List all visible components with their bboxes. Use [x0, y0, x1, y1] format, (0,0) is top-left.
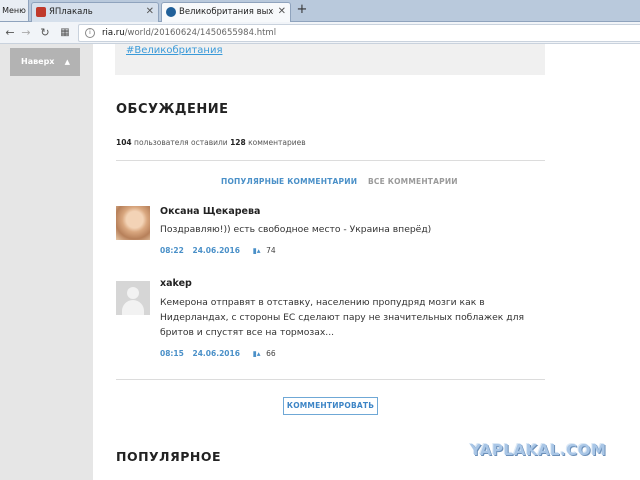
url-text: ria.ru/world/20160624/1450655984.html	[102, 28, 277, 38]
tab-title: Великобритания выходит	[179, 7, 274, 17]
comment-time: 08:22	[160, 246, 184, 255]
reload-icon[interactable]: ↻	[37, 25, 53, 41]
comment-text: Поздравляю!)) есть свободное место - Укр…	[160, 224, 432, 235]
browser-tab-ria[interactable]: Великобритания выходит ✕	[161, 2, 291, 23]
back-to-top-button[interactable]: Наверх ▲	[10, 48, 80, 76]
discussion-heading: ОБСУЖДЕНИЕ	[116, 102, 229, 117]
address-bar[interactable]: i ria.ru/world/20160624/1450655984.html	[78, 24, 640, 42]
plus-icon[interactable]: +	[295, 2, 309, 19]
comment-time: 08:15	[160, 349, 184, 358]
browser-toolbar: ← → ↻ ▦ i ria.ru/world/20160624/14506559…	[0, 22, 640, 44]
comment-meta: 08:22 24.06.2016 ▮▴ 74	[160, 246, 276, 255]
comment-item: xakep Кемерона отправят в отставку, насе…	[116, 278, 546, 368]
thumbs-up-icon[interactable]: ▮▴	[253, 246, 261, 255]
close-tab-icon[interactable]: ✕	[278, 3, 286, 21]
back-to-top-label: Наверх	[21, 57, 55, 66]
divider	[116, 379, 545, 380]
tag-link[interactable]: #Великобритания	[126, 45, 222, 56]
tab-title: ЯПлакаль	[49, 7, 93, 17]
comment-author[interactable]: Оксана Щекарева	[160, 206, 260, 217]
yaplakal-watermark: YAPLAKAL.COM	[470, 441, 607, 459]
tags-box: #Великобритания	[115, 44, 545, 75]
divider	[116, 160, 545, 161]
browser-tab-bar: Меню ЯПлакаль ✕ Великобритания выходит ✕…	[0, 0, 640, 23]
left-sidebar	[0, 44, 93, 480]
speed-dial-grid-icon[interactable]: ▦	[57, 25, 73, 41]
comment-author[interactable]: xakep	[160, 278, 192, 289]
comment-date: 24.06.2016	[192, 246, 240, 255]
ria-favicon-icon	[166, 7, 176, 17]
tab-popular-comments[interactable]: ПОПУЛЯРНЫЕ КОММЕНТАРИИ	[221, 177, 357, 186]
tab-all-comments[interactable]: ВСЕ КОММЕНТАРИИ	[368, 177, 458, 186]
avatar[interactable]	[116, 206, 150, 240]
browser-menu-button[interactable]: Меню	[0, 0, 29, 21]
like-count: 66	[266, 349, 276, 358]
comment-meta: 08:15 24.06.2016 ▮▴ 66	[160, 349, 276, 358]
comment-tabs: ПОПУЛЯРНЫЕ КОММЕНТАРИИ ВСЕ КОММЕНТАРИИ	[221, 177, 458, 186]
browser-tab-yaplakal[interactable]: ЯПлакаль ✕	[31, 2, 159, 22]
comment-item: Оксана Щекарева Поздравляю!)) есть свобо…	[116, 206, 546, 266]
forward-arrow-icon[interactable]: →	[18, 25, 34, 41]
site-info-icon[interactable]: i	[85, 28, 95, 38]
comment-text: Кемерона отправят в отставку, населению …	[160, 297, 525, 338]
close-tab-icon[interactable]: ✕	[146, 3, 154, 21]
default-user-icon	[127, 287, 139, 299]
like-count: 74	[266, 246, 276, 255]
back-arrow-icon[interactable]: ←	[2, 25, 18, 41]
arrow-up-icon: ▲	[64, 58, 70, 66]
yaplakal-favicon-icon	[36, 7, 46, 17]
write-comment-button[interactable]: КОММЕНТИРОВАТЬ	[283, 397, 378, 415]
thumbs-up-icon[interactable]: ▮▴	[253, 349, 261, 358]
avatar[interactable]	[116, 281, 150, 315]
comment-date: 24.06.2016	[192, 349, 240, 358]
popular-heading: ПОПУЛЯРНОЕ	[116, 449, 221, 464]
comment-stats: 104 пользователя оставили 128 комментари…	[116, 138, 306, 147]
